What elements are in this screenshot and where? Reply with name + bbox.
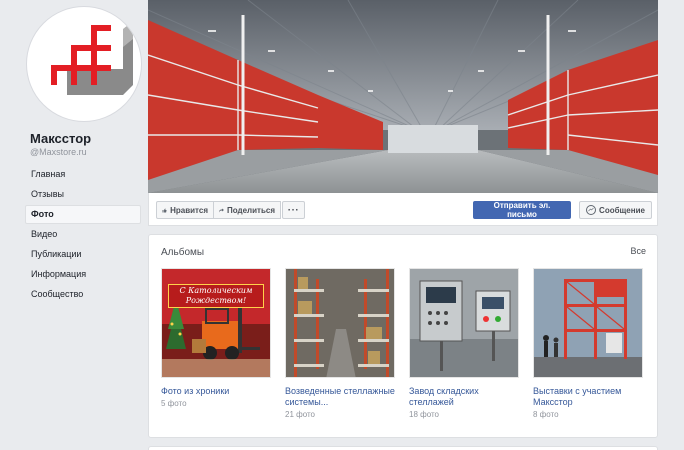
nav-item-posts[interactable]: Публикации [25,245,141,264]
see-all-albums-link[interactable]: Все [630,246,646,256]
albums-title: Альбомы [161,247,205,258]
thumbs-up-icon [162,207,167,213]
album-thumbnail: С Католическим Рождеством! [161,268,271,378]
album-count: 5 фото [161,399,187,408]
share-button[interactable]: Поделиться [213,201,281,219]
next-card-edge [148,446,658,450]
album-item[interactable]: С Католическим Рождеством! Фото из хрони… [161,268,271,408]
more-options-button[interactable]: ··· [282,201,305,219]
album-item[interactable]: Завод складских стеллажей 18 фото [409,268,519,419]
maxstore-logo [51,21,133,95]
exhibition-stand-image [534,269,642,377]
send-email-label: Отправить эл. письмо [493,201,551,219]
share-icon [219,208,224,212]
album-item[interactable]: Возведенные стеллажные системы... 21 фот… [285,268,395,419]
page-name[interactable]: Максстор [30,131,91,146]
album-thumbnail [285,268,395,378]
page-action-bar: Нравится Поделиться ··· Отправить эл. пи… [148,193,658,226]
message-label: Сообщение [599,205,645,215]
album-name[interactable]: Выставки с участием Максстор [533,386,643,408]
album-item[interactable]: Выставки с участием Максстор 8 фото [533,268,643,419]
warehouse-cover-image [148,0,658,193]
nav-item-reviews[interactable]: Отзывы [25,185,141,204]
share-label: Поделиться [226,205,275,215]
profile-picture[interactable] [26,6,142,122]
nav-item-videos[interactable]: Видео [25,225,141,244]
album-banner-text: С Католическим Рождеством! [168,284,264,308]
albums-card: Альбомы Все С Католическим Рождеством! Ф… [148,234,658,438]
like-label: Нравится [170,205,208,215]
send-email-button[interactable]: Отправить эл. письмо [473,201,571,219]
like-button[interactable]: Нравится [156,201,214,219]
left-nav: Главная Отзывы Фото Видео Публикации Инф… [25,165,141,305]
message-button[interactable]: Сообщение [579,201,652,219]
album-count: 21 фото [285,410,315,419]
more-icon: ··· [287,204,300,216]
album-thumbnail [409,268,519,378]
nav-item-photos[interactable]: Фото [25,205,141,224]
nav-item-about[interactable]: Информация [25,265,141,284]
nav-item-community[interactable]: Сообщество [25,285,141,304]
album-thumbnail [533,268,643,378]
factory-control-panel-image [410,269,518,377]
messenger-icon [586,205,597,215]
album-name[interactable]: Завод складских стеллажей [409,386,519,408]
album-count: 8 фото [533,410,559,419]
album-count: 18 фото [409,410,439,419]
page-handle[interactable]: @Maxstore.ru [30,147,87,157]
shelving-systems-image [286,269,394,377]
album-name[interactable]: Возведенные стеллажные системы... [285,386,395,408]
cover-photo[interactable] [148,0,658,193]
nav-item-home[interactable]: Главная [25,165,141,184]
album-name[interactable]: Фото из хроники [161,386,271,397]
